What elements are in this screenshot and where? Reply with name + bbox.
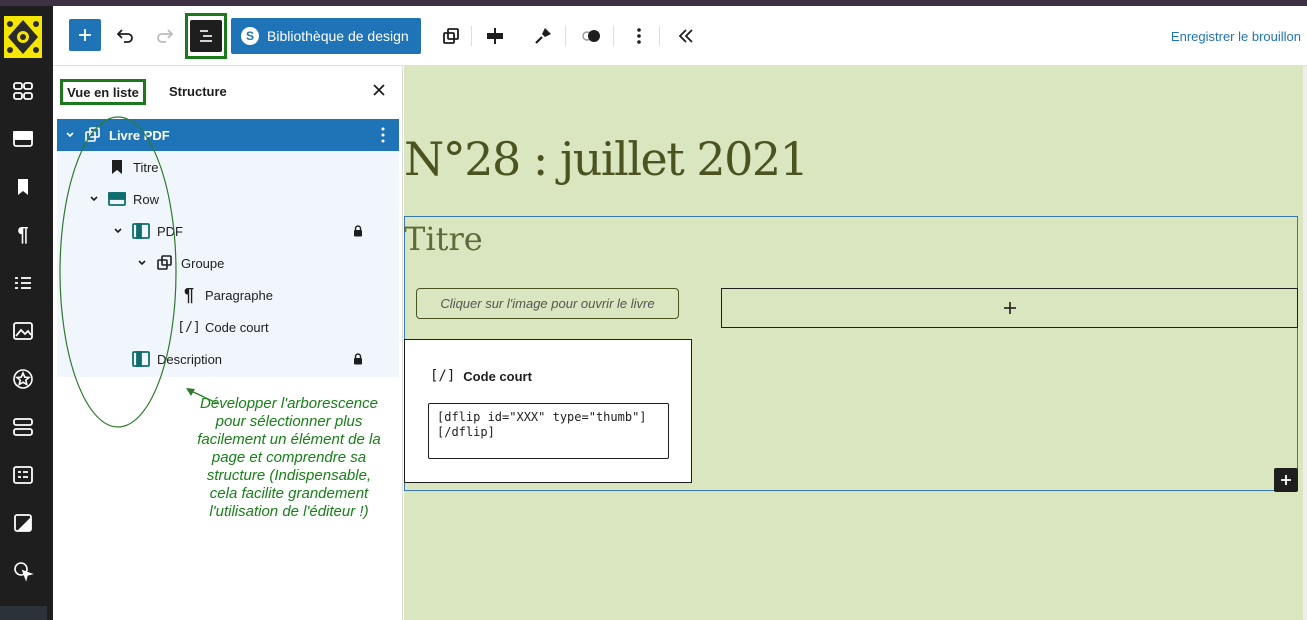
pilcrow-icon[interactable]: ¶: [11, 223, 35, 247]
design-library-button[interactable]: S Bibliothèque de design: [231, 18, 421, 54]
redo-button[interactable]: [153, 24, 177, 48]
page-heading[interactable]: N°28 : juillet 2021: [404, 132, 809, 186]
block-icon[interactable]: [11, 127, 35, 151]
annotation-text: Développer l'arborescence pour sélection…: [197, 395, 381, 520]
list-view-icon: [190, 20, 222, 52]
title-block[interactable]: Titre: [404, 220, 483, 258]
stack-icon[interactable]: [11, 415, 35, 439]
align-icon[interactable]: [483, 24, 507, 48]
save-draft-link[interactable]: Enregistrer le brouillon: [1171, 29, 1301, 44]
toggle-icon[interactable]: [579, 24, 603, 48]
tab-structure[interactable]: Structure: [169, 84, 227, 99]
form-icon[interactable]: [11, 463, 35, 487]
panel-tabs: Vue en liste Structure: [53, 66, 403, 116]
canvas-scrollbar[interactable]: [1303, 66, 1307, 620]
annotation-ellipse: [59, 116, 177, 428]
design-library-label: Bibliothèque de design: [267, 28, 409, 44]
media-icon[interactable]: [11, 511, 35, 535]
admin-sidebar-footer: [0, 606, 47, 620]
star-icon[interactable]: [11, 367, 35, 391]
duplicate-icon[interactable]: [439, 24, 463, 48]
shortcode-header: [/] Code court: [430, 368, 532, 384]
toolbar-separator: [471, 26, 472, 46]
shortcode-label: Code court: [463, 368, 532, 384]
add-block-button[interactable]: [69, 19, 101, 51]
undo-button[interactable]: [113, 24, 137, 48]
list-icon[interactable]: [11, 271, 35, 295]
layout-icon[interactable]: [11, 79, 35, 103]
collapse-chevrons-icon[interactable]: [674, 24, 698, 48]
close-icon[interactable]: [371, 82, 387, 98]
tree-item-label: Paragraphe: [205, 287, 273, 303]
lock-icon[interactable]: [352, 352, 364, 366]
toolbar-separator: [565, 26, 566, 46]
add-block-inline-button[interactable]: [1274, 468, 1298, 492]
design-library-badge: S: [241, 27, 259, 45]
admin-sidebar: ¶: [0, 6, 53, 620]
shortcode-textarea[interactable]: [dflip id="XXX" type="thumb"] [/dflip]: [428, 403, 669, 459]
tab-list-view[interactable]: Vue en liste: [60, 79, 146, 105]
lock-icon[interactable]: [352, 224, 364, 238]
editor-canvas[interactable]: N°28 : juillet 2021 Titre Cliquer sur l'…: [404, 66, 1303, 620]
toolbar-separator: [659, 26, 660, 46]
block-appender-button[interactable]: [721, 288, 1298, 328]
editor-toolbar: S Bibliothèque de design Enregistrer le …: [53, 6, 1307, 66]
toolbar-separator: [613, 26, 614, 46]
more-options-icon[interactable]: [627, 24, 651, 48]
cursor-icon[interactable]: [11, 559, 35, 583]
shortcode-block[interactable]: [/] Code court [dflip id="XXX" type="thu…: [404, 339, 692, 483]
open-book-paragraph[interactable]: Cliquer sur l'image pour ouvrir le livre: [416, 288, 679, 319]
tree-item-label: Code court: [205, 319, 269, 335]
shortcode-icon: [/]: [430, 368, 456, 384]
more-options-icon[interactable]: [375, 125, 391, 145]
site-logo[interactable]: [4, 16, 42, 58]
image-icon[interactable]: [11, 319, 35, 343]
list-view-toggle-button[interactable]: [185, 13, 227, 59]
brush-icon[interactable]: [531, 24, 555, 48]
bookmark-icon[interactable]: [11, 175, 35, 199]
